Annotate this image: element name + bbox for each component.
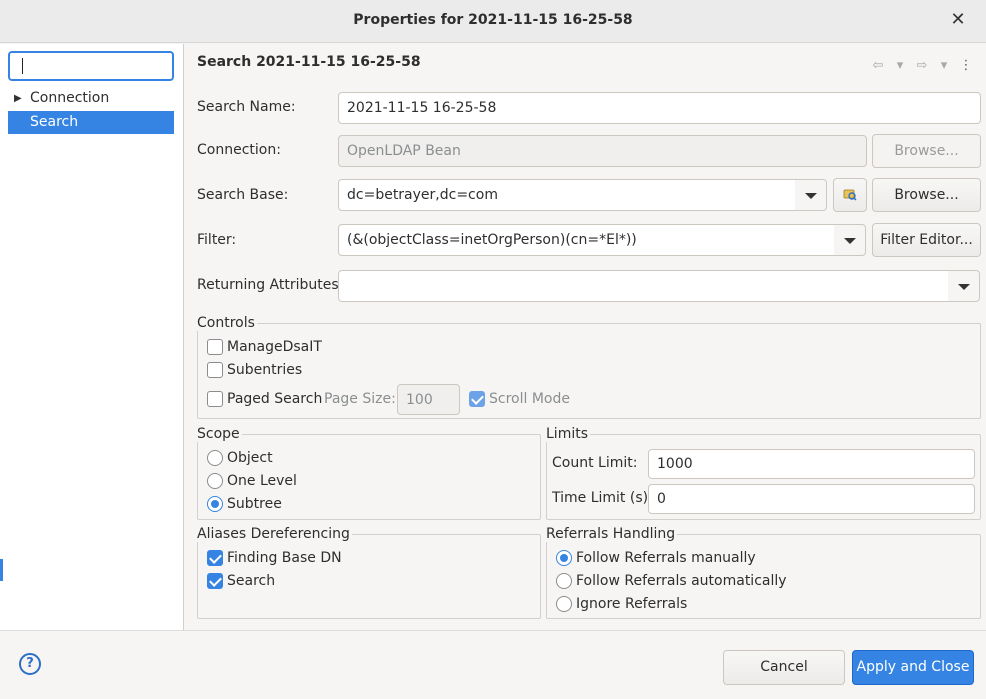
page-size-field: 100 xyxy=(397,384,460,415)
more-icon[interactable]: ⋮ xyxy=(958,58,974,73)
page-size-label: Page Size: xyxy=(324,391,396,407)
back-arrow-icon[interactable]: ⇦ xyxy=(870,58,886,73)
forward-arrow-icon[interactable]: ⇨ xyxy=(914,58,930,73)
search-base-entry-button[interactable] xyxy=(833,178,867,212)
alias-search-label: Search xyxy=(227,573,276,589)
properties-page: Search 2021-11-15 16-25-58 ⇦ ▾ ⇨ ▾ ⋮ Sea… xyxy=(185,44,986,630)
title-bar: Properties for 2021-11-15 16-25-58 ✕ xyxy=(0,0,986,43)
ignore-referrals-radio[interactable] xyxy=(556,596,572,612)
follow-automatically-label: Follow Referrals automatically xyxy=(576,573,787,589)
scope-one-level-label: One Level xyxy=(227,473,297,489)
time-limit-label: Time Limit (s): xyxy=(552,490,653,506)
follow-manually-label: Follow Referrals manually xyxy=(576,550,756,566)
search-name-label: Search Name: xyxy=(197,99,296,115)
scroll-mode-checkbox xyxy=(469,391,485,407)
scroll-mode-label: Scroll Mode xyxy=(489,391,570,407)
count-limit-label: Count Limit: xyxy=(552,455,638,471)
filter-combo[interactable]: (&(objectClass=inetOrgPerson)(cn=*El*)) xyxy=(338,224,835,256)
filter-dropdown[interactable] xyxy=(834,224,866,256)
subentries-label: Subentries xyxy=(227,362,303,378)
ignore-referrals-label: Ignore Referrals xyxy=(576,596,688,612)
returning-attributes-label: Returning Attributes: xyxy=(197,277,344,293)
scope-subtree-radio[interactable] xyxy=(207,496,223,512)
filter-text-input[interactable] xyxy=(8,51,174,81)
scope-group-title: Scope xyxy=(197,426,242,442)
returning-attributes-combo[interactable] xyxy=(338,270,949,302)
finding-base-dn-checkbox[interactable] xyxy=(207,550,223,566)
dialog-footer: ? Cancel Apply and Close xyxy=(0,630,986,699)
connection-browse-button: Browse... xyxy=(872,134,981,168)
paged-search-checkbox[interactable] xyxy=(207,391,223,407)
page-title: Search 2021-11-15 16-25-58 xyxy=(197,54,421,70)
window-title: Properties for 2021-11-15 16-25-58 xyxy=(353,12,633,28)
connection-field: OpenLDAP Bean xyxy=(338,135,867,167)
count-limit-field[interactable]: 1000 xyxy=(648,449,975,479)
search-name-field[interactable]: 2021-11-15 16-25-58 xyxy=(338,92,981,124)
connection-label: Connection: xyxy=(197,142,281,158)
sidebar-item-label: Connection xyxy=(30,90,110,106)
close-icon[interactable]: ✕ xyxy=(948,9,968,33)
paged-search-label: Paged Search xyxy=(227,391,323,407)
sidebar-edge-marker xyxy=(0,559,3,581)
apply-and-close-button[interactable]: Apply and Close xyxy=(852,650,974,685)
text-caret xyxy=(22,58,23,74)
filter-label: Filter: xyxy=(197,232,237,248)
follow-automatically-radio[interactable] xyxy=(556,573,572,589)
sidebar: ▶ Connection Search xyxy=(0,44,184,630)
alias-search-checkbox[interactable] xyxy=(207,573,223,589)
referrals-group-title: Referrals Handling xyxy=(546,526,678,542)
controls-group-title: Controls xyxy=(197,315,257,331)
manage-dsait-label: ManageDsaIT xyxy=(227,339,322,355)
forward-dropdown-icon[interactable]: ▾ xyxy=(936,58,952,73)
help-icon[interactable]: ? xyxy=(19,653,41,675)
subentries-checkbox[interactable] xyxy=(207,362,223,378)
filter-editor-button[interactable]: Filter Editor... xyxy=(872,223,981,257)
limits-group-title: Limits xyxy=(546,426,590,442)
search-base-label: Search Base: xyxy=(197,187,289,203)
sidebar-item-connection[interactable]: ▶ Connection xyxy=(8,87,174,110)
chevron-down-icon xyxy=(958,284,970,290)
finding-base-dn-label: Finding Base DN xyxy=(227,550,342,566)
manage-dsait-checkbox[interactable] xyxy=(207,339,223,355)
search-base-browse-button[interactable]: Browse... xyxy=(872,178,981,212)
scope-object-label: Object xyxy=(227,450,273,466)
scope-one-level-radio[interactable] xyxy=(207,473,223,489)
scope-object-radio[interactable] xyxy=(207,450,223,466)
returning-attributes-dropdown[interactable] xyxy=(948,270,980,302)
sidebar-item-search[interactable]: Search xyxy=(8,111,174,134)
back-dropdown-icon[interactable]: ▾ xyxy=(892,58,908,73)
follow-manually-radio[interactable] xyxy=(556,550,572,566)
time-limit-field[interactable]: 0 xyxy=(648,484,975,514)
page-navigation: ⇦ ▾ ⇨ ▾ ⋮ xyxy=(870,56,974,74)
expand-arrow-icon[interactable]: ▶ xyxy=(14,87,22,110)
cancel-button[interactable]: Cancel xyxy=(723,650,845,685)
sidebar-item-label: Search xyxy=(30,114,79,130)
search-base-dropdown[interactable] xyxy=(795,179,827,211)
chevron-down-icon xyxy=(805,193,817,199)
aliases-group-title: Aliases Dereferencing xyxy=(197,526,352,542)
search-base-combo[interactable]: dc=betrayer,dc=com xyxy=(338,179,796,211)
scope-subtree-label: Subtree xyxy=(227,496,282,512)
search-base-icon xyxy=(843,189,857,201)
chevron-down-icon xyxy=(844,238,856,244)
